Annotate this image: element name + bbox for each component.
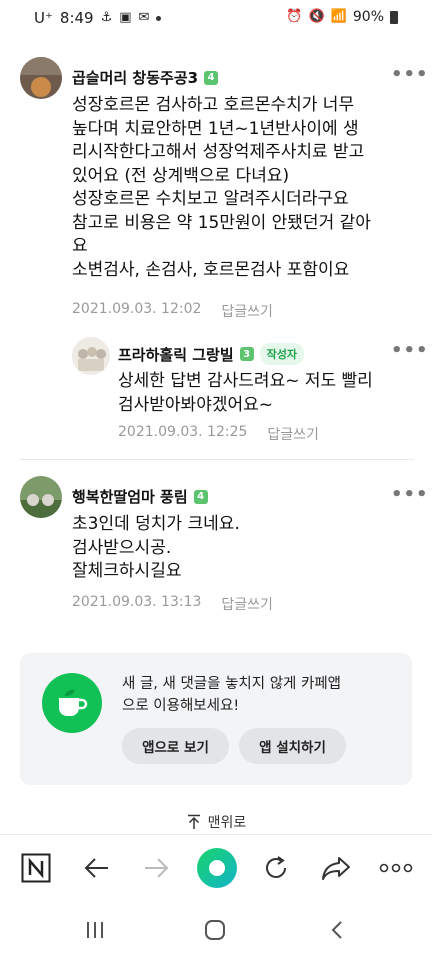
back-icon[interactable]: [325, 918, 349, 942]
more-menu-icon[interactable]: [378, 852, 414, 884]
battery-icon: [390, 10, 398, 24]
promo-message: 새 글, 새 댓글을 놓치지 않게 카페앱 으로 이용해보세요!: [122, 676, 342, 714]
cafe-app-promo-card: 새 글, 새 댓글을 놓치지 않게 카페앱 으로 이용해보세요! 앱으로 보기 …: [20, 653, 412, 785]
clock: 8:49: [59, 9, 94, 27]
open-in-app-button[interactable]: 앱으로 보기: [122, 728, 229, 764]
more-options-icon[interactable]: •••: [391, 484, 429, 505]
back-arrow-icon[interactable]: [81, 852, 113, 884]
comment-author[interactable]: 곱슬머리 창동주공3: [72, 67, 198, 88]
alarm-icon: ⏰: [286, 9, 303, 24]
status-bar: U⁺ 8:49 ⚓ ▣ ✉ ⏰ 🔇 📶 90%: [0, 0, 432, 34]
carrier-label: U⁺: [34, 9, 53, 27]
recent-apps-icon[interactable]: [83, 918, 107, 942]
comment-author[interactable]: 행복한딸엄마 풍림: [72, 486, 188, 507]
comment-body: 초3인데 덩치가 크네요. 검사받으시공. 잘체크하시길요: [72, 514, 240, 581]
comment-author[interactable]: 프라하홀릭 그랑빌: [118, 344, 234, 365]
home-icon[interactable]: [203, 918, 227, 942]
usb-icon: ⚓: [100, 10, 113, 25]
gallery-icon: ▣: [119, 10, 132, 25]
system-navigation-bar: [0, 900, 432, 960]
share-icon[interactable]: [320, 852, 352, 884]
author-badge: 작성자: [259, 343, 304, 365]
notification-dot-icon: [156, 15, 162, 21]
avatar[interactable]: [20, 476, 62, 518]
member-level-badge: 3: [239, 347, 254, 361]
reply-link[interactable]: 답글쓰기: [221, 301, 273, 321]
forward-arrow-icon: [140, 852, 172, 884]
signal-icon: 📶: [330, 9, 347, 24]
avatar[interactable]: [20, 57, 62, 99]
mail-icon: ✉: [138, 10, 150, 25]
member-level-badge: 4: [204, 70, 219, 85]
refresh-icon[interactable]: [260, 852, 292, 884]
install-app-button[interactable]: 앱 설치하기: [239, 728, 346, 764]
more-options-icon[interactable]: •••: [391, 340, 429, 361]
comment-date: 2021.09.03. 12:25: [118, 424, 248, 440]
mute-icon: 🔇: [308, 9, 325, 24]
member-level-badge: 4: [193, 489, 208, 504]
cafe-app-logo-icon: [42, 673, 102, 733]
naver-home-icon[interactable]: [20, 852, 52, 884]
back-to-top-button[interactable]: 맨위로: [0, 812, 432, 832]
avatar-image: [20, 57, 62, 99]
comment-date: 2021.09.03. 13:13: [72, 594, 202, 610]
reply-link[interactable]: 답글쓰기: [267, 424, 319, 444]
avatar[interactable]: [72, 337, 110, 375]
browser-toolbar: [0, 834, 432, 900]
battery-percent: 90%: [352, 9, 384, 25]
reply-link[interactable]: 답글쓰기: [221, 594, 273, 614]
arrow-up-icon: [187, 814, 200, 829]
comment-date: 2021.09.03. 12:02: [72, 301, 202, 317]
divider: [20, 459, 414, 460]
avatar-image: [72, 337, 110, 375]
back-to-top-label: 맨위로: [207, 815, 247, 831]
more-options-icon[interactable]: •••: [391, 64, 429, 85]
comment-body: 상세한 답변 감사드려요~ 저도 빨리 검사받아봐야겠어요~: [118, 371, 373, 415]
comment-body: 성장호르몬 검사하고 호르몬수치가 너무 높다며 치료안하면 1년~1년반사이에…: [72, 95, 371, 280]
green-dot-home-icon[interactable]: [196, 847, 238, 889]
avatar-image: [20, 476, 62, 518]
